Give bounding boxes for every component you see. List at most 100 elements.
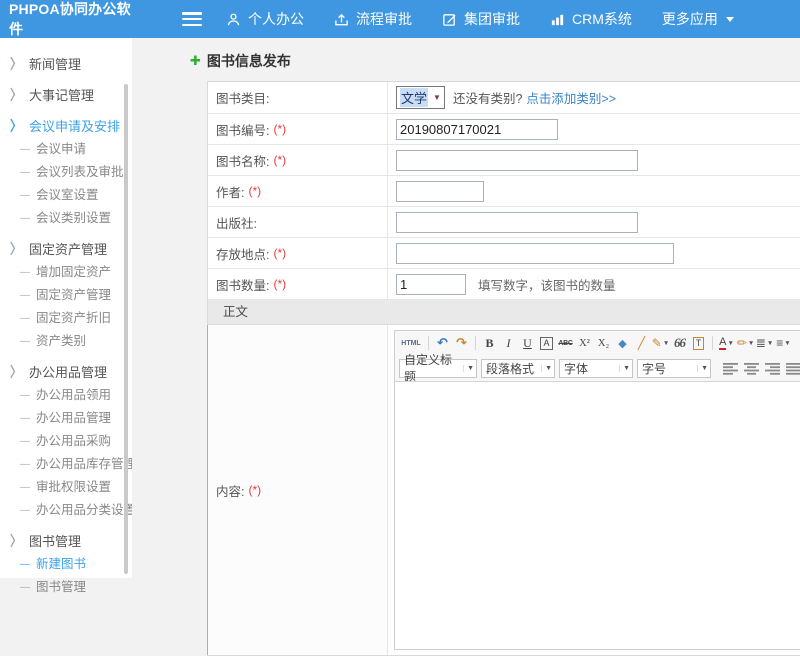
caret-down-icon <box>725 15 735 23</box>
font-border-icon[interactable]: A <box>537 333 556 353</box>
sidebar-item[interactable]: 〉图书管理 <box>0 530 132 553</box>
superscript-icon[interactable]: X² <box>575 333 594 353</box>
chevron-right-icon: 〉 <box>10 113 22 139</box>
underline-icon[interactable]: U <box>518 333 537 353</box>
sidebar-item[interactable]: —会议列表及审批 <box>0 161 132 184</box>
sidebar-item-label: 办公用品采购 <box>36 430 111 453</box>
format-painter-icon[interactable]: ✎▼ <box>651 333 670 353</box>
redo-icon[interactable]: ↷ <box>452 333 471 353</box>
sidebar-item-label: 办公用品管理 <box>36 407 111 430</box>
clear-format-icon[interactable]: ╱ <box>632 333 651 353</box>
editor-content-area[interactable] <box>395 381 800 649</box>
storage-location-label: 存放地点:(*) <box>208 238 388 268</box>
sidebar-item[interactable]: 〉新闻管理 <box>0 53 132 76</box>
undo-icon[interactable]: ↶ <box>433 333 452 353</box>
justify-icon[interactable] <box>784 359 800 377</box>
book-number-input[interactable] <box>396 119 558 140</box>
editor-cell: HTML ↶↷ BIUAABCX²X₂◆╱✎▼66T A▼✏▼≣▼≡▼ 自定义标题▼段… <box>388 325 800 655</box>
book-number-value-cell <box>388 114 800 144</box>
chevron-right-icon: 〉 <box>10 236 22 262</box>
storage-location-input[interactable] <box>396 243 674 264</box>
subscript-icon[interactable]: X₂ <box>594 333 613 353</box>
dash-icon: — <box>20 261 30 284</box>
blockquote-icon[interactable]: 66 <box>670 333 689 353</box>
nav-item-user[interactable]: 个人办公 <box>226 9 304 29</box>
sidebar-item[interactable]: —会议室设置 <box>0 184 132 207</box>
author-input[interactable] <box>396 181 484 202</box>
sidebar-scrollbar[interactable] <box>124 84 128 574</box>
no-category-text: 还没有类别? <box>453 88 522 107</box>
sidebar-item[interactable]: —会议类别设置 <box>0 207 132 230</box>
sidebar-item[interactable]: —固定资产折旧 <box>0 307 132 330</box>
bold-icon[interactable]: B <box>480 333 499 353</box>
sidebar-item[interactable]: —图书管理 <box>0 576 132 599</box>
caret-down-icon: ▼ <box>697 365 708 372</box>
sidebar-item[interactable]: —会议申请 <box>0 138 132 161</box>
sidebar-item[interactable]: —固定资产管理 <box>0 284 132 307</box>
font-size-select[interactable]: 字号▼ <box>637 359 711 378</box>
sidebar-item[interactable]: —办公用品采购 <box>0 430 132 453</box>
sidebar-item[interactable]: 〉办公用品管理 <box>0 361 132 384</box>
dash-icon: — <box>20 184 30 207</box>
font-family-select[interactable]: 字体▼ <box>559 359 633 378</box>
menu-toggle-icon[interactable] <box>182 12 202 26</box>
nav-item-workflow[interactable]: 流程审批 <box>334 9 412 29</box>
sidebar-item[interactable]: —办公用品库存管理 <box>0 453 132 476</box>
sidebar-item[interactable]: —办公用品分类设置 <box>0 499 132 522</box>
html-source-icon[interactable]: HTML <box>398 333 424 353</box>
add-category-link[interactable]: 点击添加类别>> <box>526 88 616 107</box>
sidebar-item-label: 新建图书 <box>36 553 86 576</box>
sidebar-item[interactable]: —审批权限设置 <box>0 476 132 499</box>
book-info-form: 图书类目:文学▼还没有类别?点击添加类别>>图书编号:(*)图书名称:(*)作者… <box>207 81 800 656</box>
nav-item-label: 更多应用 <box>662 9 718 29</box>
dash-icon: — <box>20 138 30 161</box>
publisher-label: 出版社: <box>208 207 388 237</box>
sidebar-item[interactable]: —资产类别 <box>0 330 132 353</box>
align-right-icon[interactable] <box>763 359 781 377</box>
publisher-row: 出版社: <box>208 207 800 238</box>
editor-toolbar-row2: 自定义标题▼段落格式▼字体▼字号▼ <box>395 355 800 381</box>
select-label: 字体 <box>564 360 588 377</box>
sidebar-item[interactable]: —增加固定资产 <box>0 261 132 284</box>
publisher-input[interactable] <box>396 212 638 233</box>
font-color-icon[interactable]: A▼ <box>717 333 736 353</box>
book-quantity-row: 图书数量:(*)填写数字，该图书的数量 <box>208 269 800 300</box>
dash-icon: — <box>20 576 30 599</box>
paragraph-format-select[interactable]: 段落格式▼ <box>481 359 555 378</box>
sidebar-item[interactable]: 〉固定资产管理 <box>0 238 132 261</box>
sidebar-item[interactable]: 〉大事记管理 <box>0 84 132 107</box>
top-navigation-bar: PHPOA协同办公软件 个人办公流程审批集团审批CRM系统更多应用 <box>0 0 800 38</box>
sidebar-item-label: 固定资产管理 <box>36 284 111 307</box>
sidebar-item[interactable]: 〉会议申请及安排 <box>0 115 132 138</box>
highlight-pen-icon[interactable]: ✏▼ <box>736 333 755 353</box>
required-mark: (*) <box>248 184 261 198</box>
nav-item-bar-chart[interactable]: CRM系统 <box>550 9 632 29</box>
author-row: 作者:(*) <box>208 176 800 207</box>
chevron-right-icon: 〉 <box>10 82 22 108</box>
nav-item-edit-square[interactable]: 集团审批 <box>442 9 520 29</box>
book-number-row: 图书编号:(*) <box>208 114 800 145</box>
strikethrough-icon[interactable]: ABC <box>556 333 575 353</box>
custom-title-select[interactable]: 自定义标题▼ <box>399 359 477 378</box>
book-category-value-cell: 文学▼ 还没有类别?点击添加类别>> <box>388 82 800 113</box>
align-center-icon[interactable] <box>742 359 760 377</box>
toolbar-separator <box>712 336 713 350</box>
sidebar-item-label: 大事记管理 <box>29 84 94 107</box>
book-name-value-cell <box>388 145 800 175</box>
eraser-icon[interactable]: ◆ <box>613 333 632 353</box>
unordered-list-icon[interactable]: ≡▼ <box>774 333 793 353</box>
ordered-list-icon[interactable]: ≣▼ <box>755 333 774 353</box>
book-name-input[interactable] <box>396 150 638 171</box>
align-left-icon[interactable] <box>721 359 739 377</box>
sidebar-item[interactable]: —办公用品管理 <box>0 407 132 430</box>
book-category-label: 图书类目: <box>208 82 388 113</box>
required-mark: (*) <box>273 122 286 136</box>
sidebar-item[interactable]: —新建图书 <box>0 553 132 576</box>
book-category-select[interactable]: 文学▼ <box>396 86 445 109</box>
italic-icon[interactable]: I <box>499 333 518 353</box>
nav-item-caret-down[interactable]: 更多应用 <box>662 9 735 29</box>
paste-text-icon[interactable]: T <box>689 333 708 353</box>
sidebar-item[interactable]: —办公用品领用 <box>0 384 132 407</box>
user-icon <box>226 12 241 27</box>
book-quantity-input[interactable] <box>396 274 466 295</box>
